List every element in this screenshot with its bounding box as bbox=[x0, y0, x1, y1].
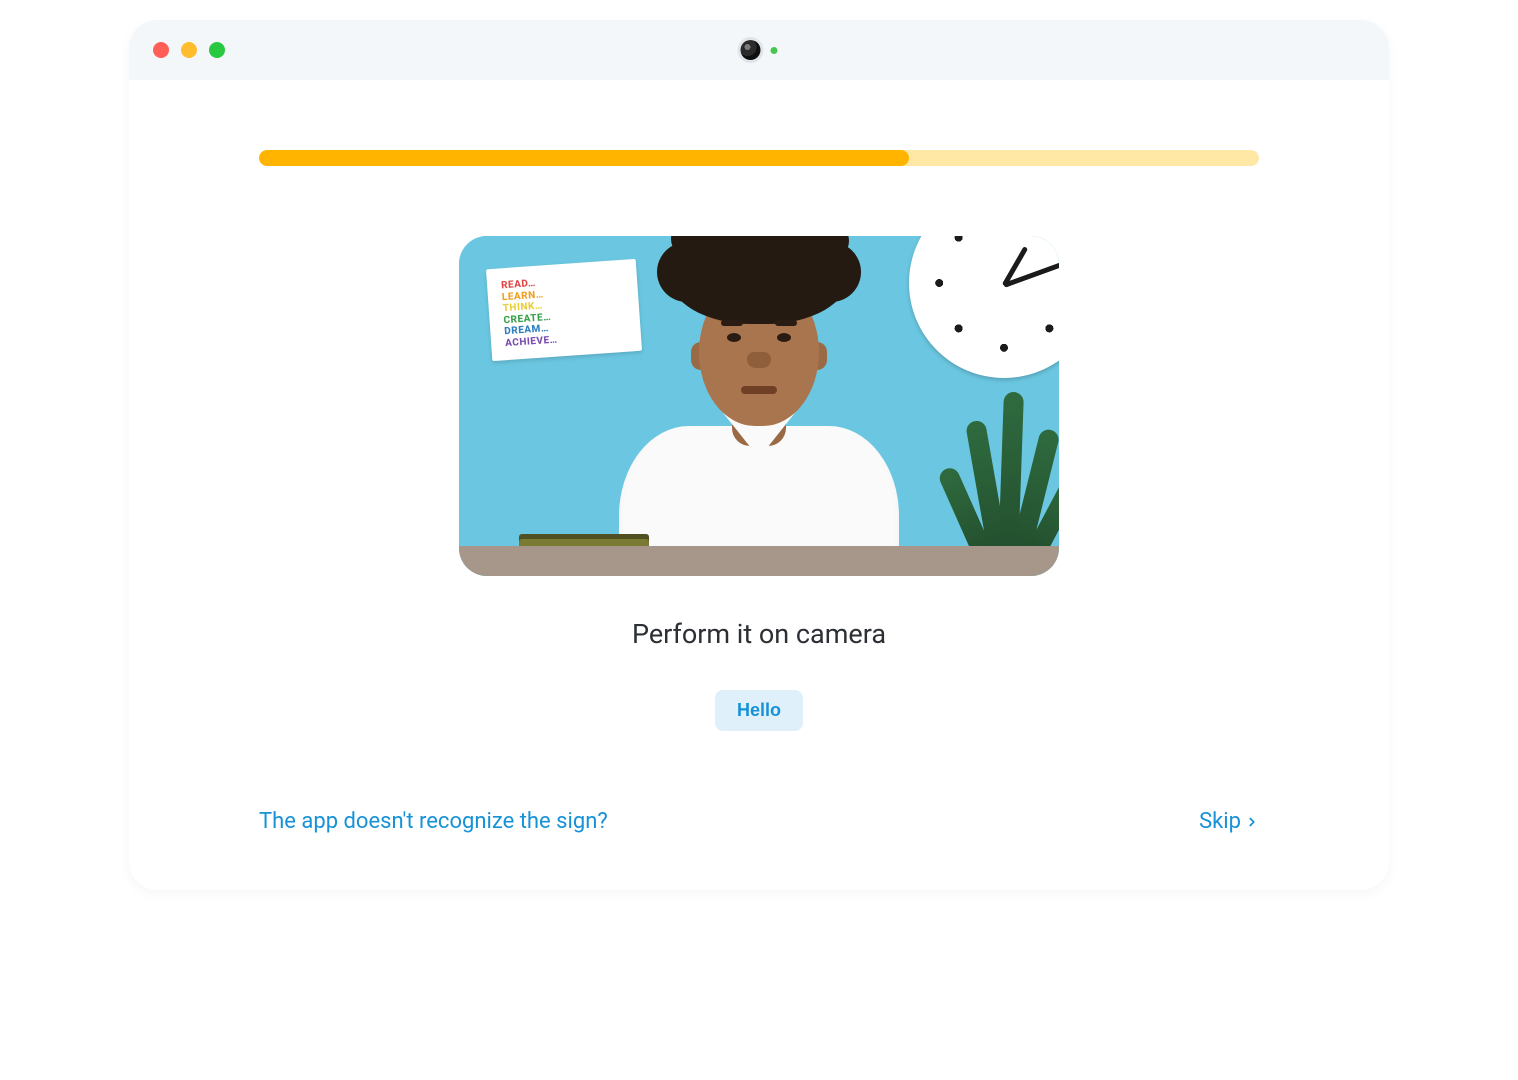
plant-icon bbox=[953, 390, 1059, 560]
progress-bar bbox=[259, 150, 1259, 166]
lesson-content: READ… LEARN… THINK… CREATE… DREAM… ACHIE… bbox=[129, 80, 1389, 890]
chevron-right-icon bbox=[1245, 815, 1259, 829]
instruction-text: Perform it on camera bbox=[632, 618, 886, 650]
progress-bar-fill bbox=[259, 150, 909, 166]
app-window: READ… LEARN… THINK… CREATE… DREAM… ACHIE… bbox=[129, 20, 1389, 890]
window-titlebar bbox=[129, 20, 1389, 80]
desk-surface bbox=[459, 546, 1059, 576]
person-portrait bbox=[609, 246, 909, 576]
sign-word-chip[interactable]: Hello bbox=[715, 690, 803, 731]
camera-active-led-icon bbox=[771, 47, 778, 54]
recognition-help-link[interactable]: The app doesn't recognize the sign? bbox=[259, 809, 608, 834]
skip-button[interactable]: Skip bbox=[1199, 809, 1259, 834]
camera-preview: READ… LEARN… THINK… CREATE… DREAM… ACHIE… bbox=[459, 236, 1059, 576]
window-minimize-button[interactable] bbox=[181, 42, 197, 58]
skip-label: Skip bbox=[1199, 809, 1241, 834]
window-controls bbox=[153, 42, 225, 58]
camera-icon bbox=[741, 40, 761, 60]
window-close-button[interactable] bbox=[153, 42, 169, 58]
webcam-indicator bbox=[741, 40, 778, 60]
lesson-footer: The app doesn't recognize the sign? Skip bbox=[259, 809, 1259, 834]
window-zoom-button[interactable] bbox=[209, 42, 225, 58]
